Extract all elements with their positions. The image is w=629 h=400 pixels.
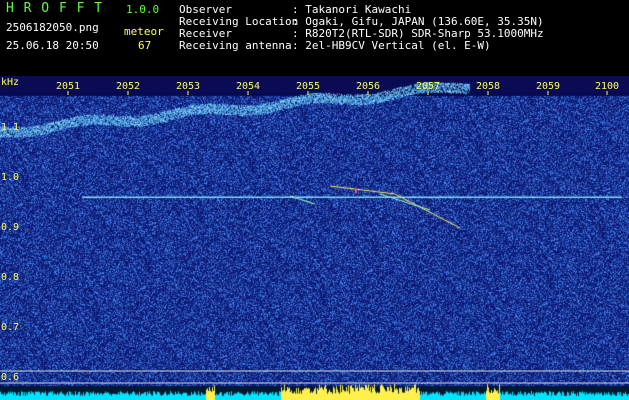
antenna-value: : 2el-HB9CV Vertical (el. E-W)	[292, 39, 491, 52]
x-tick-label: 2055	[296, 81, 320, 92]
x-tick-label: 2051	[56, 81, 80, 92]
app-version: 1.0.0	[126, 3, 160, 16]
meteor-count: 67	[138, 39, 152, 52]
x-tick-label: 2100	[595, 81, 619, 92]
x-tick-label: 2057	[416, 81, 440, 92]
app-name: H R O F F T	[6, 1, 104, 16]
y-tick-label: 1.0	[1, 172, 19, 183]
y-tick-label: 0.8	[1, 272, 19, 283]
file-name: 2506182050.png	[6, 21, 99, 34]
header-panel: H R O F F T 1.0.0 2506182050.png 25.06.1…	[0, 0, 629, 76]
spectrogram-overlay: kHz 2051 2052 2053 2054 2055 2056 2057 2058 2059…	[0, 77, 629, 384]
antenna-label: Receiving antenna	[179, 39, 292, 52]
y-tick-label: 0.7	[1, 322, 19, 333]
file-datetime: 25.06.18 20:50	[6, 39, 99, 52]
x-tick-label: 2053	[176, 81, 200, 92]
x-tick-label: 2056	[356, 81, 380, 92]
y-axis-ticks: 1.1 1.0 0.9 0.8 0.7 0.6	[1, 122, 19, 383]
x-tick-label: 2059	[536, 81, 560, 92]
y-tick-label: 0.9	[1, 222, 19, 233]
meteor-label: meteor	[124, 25, 164, 38]
x-tick-label: 2052	[116, 81, 140, 92]
y-tick-label: 1.1	[1, 122, 19, 133]
y-unit-label: kHz	[1, 77, 19, 88]
x-axis-ticks: 2051 2052 2053 2054 2055 2056 2057 2058 2059 2100	[56, 81, 619, 95]
y-tick-label: 0.6	[1, 372, 19, 383]
x-tick-label: 2058	[476, 81, 500, 92]
x-tick-label: 2054	[236, 81, 260, 92]
